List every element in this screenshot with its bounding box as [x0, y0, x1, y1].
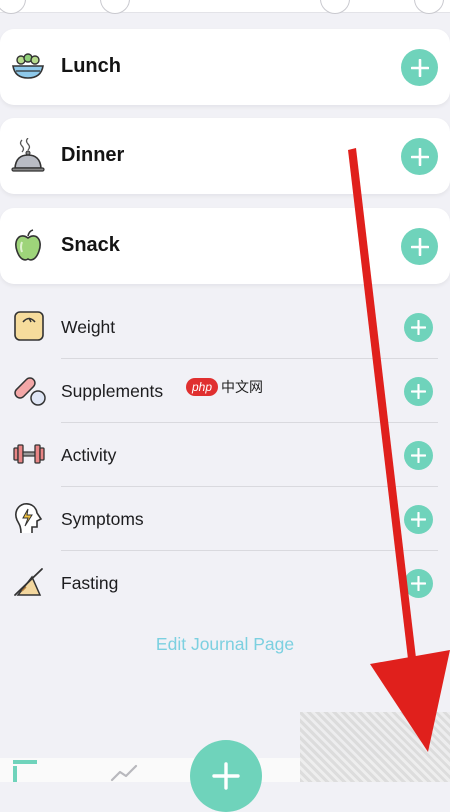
- pills-icon: [14, 377, 46, 406]
- add-symptoms-button[interactable]: [404, 505, 433, 534]
- add-fasting-button[interactable]: [404, 569, 433, 598]
- circle-icon: [100, 0, 130, 14]
- add-snack-button[interactable]: [401, 228, 438, 265]
- meal-label: Lunch: [61, 55, 121, 77]
- watermark-text: 中文网: [221, 379, 264, 395]
- add-lunch-button[interactable]: [401, 49, 438, 86]
- dumbbell-icon: [13, 444, 45, 464]
- meal-label: Snack: [61, 234, 120, 256]
- tracker-label: Fasting: [61, 573, 119, 593]
- meal-card-snack[interactable]: Snack: [0, 208, 450, 284]
- circle-icon: [320, 0, 350, 14]
- plus-icon: [411, 448, 426, 463]
- meal-card-lunch[interactable]: Lunch: [0, 29, 450, 105]
- tracker-label: Activity: [61, 445, 117, 465]
- add-dinner-button[interactable]: [401, 138, 438, 175]
- fasting-icon: [14, 568, 43, 596]
- meal-label: Dinner: [61, 144, 125, 166]
- head-lightning-icon: [15, 503, 43, 534]
- tracker-row-activity[interactable]: Activity: [0, 423, 450, 487]
- previous-card-strip: [0, 0, 450, 14]
- circle-icon: [0, 0, 26, 14]
- plus-icon: [410, 58, 429, 77]
- journal-tab-icon[interactable]: [12, 760, 38, 782]
- watermark: php 中文网: [186, 377, 263, 397]
- scale-icon: [14, 311, 44, 341]
- plus-icon: [411, 320, 426, 335]
- add-activity-button[interactable]: [404, 441, 433, 470]
- tracker-row-weight[interactable]: Weight: [0, 295, 450, 359]
- plus-icon: [411, 384, 426, 399]
- trends-tab-icon[interactable]: [110, 764, 140, 782]
- salad-bowl-icon: [12, 53, 44, 79]
- apple-icon: [15, 229, 41, 261]
- plus-icon: [411, 512, 426, 527]
- add-entry-fab[interactable]: [190, 740, 262, 812]
- tracker-label: Symptoms: [61, 509, 144, 529]
- plus-icon: [212, 762, 240, 790]
- blurred-area: [300, 712, 450, 782]
- circle-icon: [414, 0, 444, 14]
- plus-icon: [410, 147, 429, 166]
- cloche-icon: [11, 138, 45, 172]
- tracker-row-symptoms[interactable]: Symptoms: [0, 487, 450, 551]
- tracker-label: Supplements: [61, 381, 164, 401]
- meal-card-dinner[interactable]: Dinner: [0, 118, 450, 194]
- plus-icon: [411, 576, 426, 591]
- add-weight-button[interactable]: [404, 313, 433, 342]
- tracker-row-fasting[interactable]: Fasting: [0, 551, 450, 615]
- plus-icon: [410, 237, 429, 256]
- edit-journal-page-link[interactable]: Edit Journal Page: [0, 634, 450, 655]
- tracker-label: Weight: [61, 317, 116, 337]
- watermark-badge: php: [186, 378, 219, 396]
- add-supplements-button[interactable]: [404, 377, 433, 406]
